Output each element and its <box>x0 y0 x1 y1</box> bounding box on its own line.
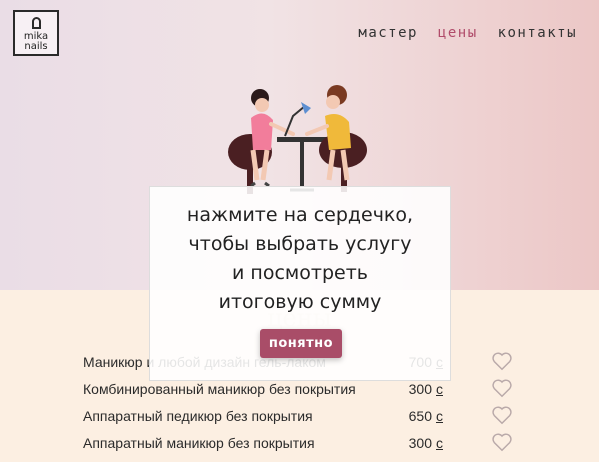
brand-logo[interactable]: mika nails <box>13 10 59 56</box>
nav-prices[interactable]: цены <box>438 25 478 41</box>
price-value: 300 <box>408 435 432 451</box>
service-price: 300 с <box>393 381 443 397</box>
heart-icon[interactable] <box>491 377 513 399</box>
ok-button[interactable]: понятно <box>260 329 342 358</box>
hint-line: нажмите на сердечко, <box>186 204 414 226</box>
hint-message: нажмите на сердечко, чтобы выбрать услуг… <box>150 201 450 317</box>
price-value: 300 <box>408 381 432 397</box>
hint-line: итоговую сумму <box>218 291 382 313</box>
heart-icon[interactable] <box>491 404 513 426</box>
service-name: Аппаратный маникюр без покрытия <box>83 435 315 451</box>
price-value: 650 <box>408 408 432 424</box>
service-name: Комбинированный маникюр без покрытия <box>83 381 356 397</box>
currency-symbol: с <box>436 381 443 397</box>
logo-text-bottom: nails <box>24 41 48 52</box>
heart-icon[interactable] <box>491 350 513 372</box>
service-name: Аппаратный педикюр без покрытия <box>83 408 313 424</box>
nail-icon <box>32 17 41 29</box>
service-row: Аппаратный маникюр без покрытия 300 с <box>83 433 563 455</box>
service-price: 650 с <box>393 408 443 424</box>
nav-contacts[interactable]: контакты <box>498 25 577 41</box>
currency-symbol: с <box>436 408 443 424</box>
hint-line: и посмотреть <box>232 262 368 284</box>
service-price: 300 с <box>393 435 443 451</box>
hint-line: чтобы выбрать услугу <box>188 233 412 255</box>
heart-icon[interactable] <box>491 431 513 453</box>
service-row: Комбинированный маникюр без покрытия 300… <box>83 379 563 401</box>
nav-master[interactable]: мастер <box>358 25 418 41</box>
top-nav: мастер цены контакты <box>348 25 577 41</box>
currency-symbol: с <box>436 435 443 451</box>
service-row: Аппаратный педикюр без покрытия 650 с <box>83 406 563 428</box>
hint-modal: нажмите на сердечко, чтобы выбрать услуг… <box>149 186 451 381</box>
